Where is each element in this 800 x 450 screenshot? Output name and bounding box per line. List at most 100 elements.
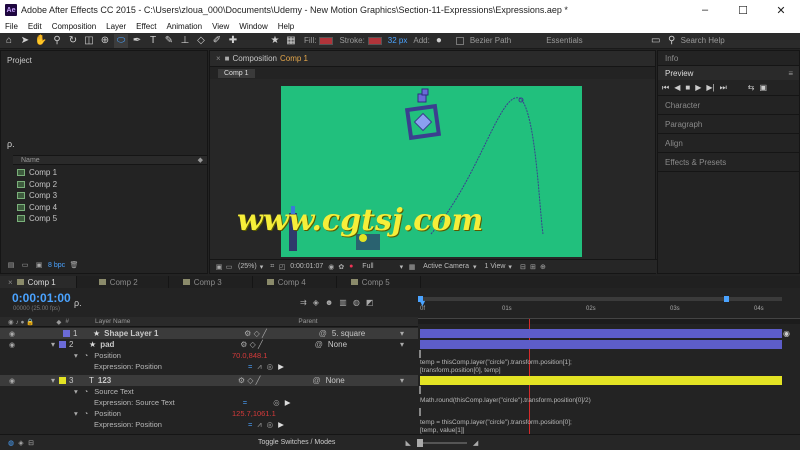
shape-switches-icon[interactable]: ⚙ ◇ ╱ (244, 329, 267, 338)
expand-arrow-icon[interactable]: ▾ (74, 351, 78, 360)
brush-tool-icon[interactable]: ✎ (162, 34, 176, 48)
bezier-checkbox[interactable] (455, 36, 464, 45)
clone-stamp-tool-icon[interactable]: ⊥ (178, 34, 192, 48)
parent-dropdown[interactable]: 5. square (332, 329, 365, 338)
menu-help[interactable]: Help (273, 22, 299, 31)
minimize-button[interactable]: – (686, 0, 724, 20)
info-panel[interactable]: Info (658, 51, 799, 66)
timeline-tab-comp-4[interactable]: Comp 4 (253, 276, 337, 288)
pan-behind-tool-icon[interactable]: ⊕ (98, 34, 112, 48)
views-dropdown[interactable]: 1 View (485, 263, 506, 270)
menu-composition[interactable]: Composition (47, 22, 101, 31)
name-column-header[interactable]: Name (21, 157, 40, 164)
pick-whip-icon[interactable]: ◎ (267, 420, 274, 429)
bpc-button[interactable]: 8 bpc (48, 262, 65, 269)
position-property-row[interactable]: ▾ ◔ Position 70.0,848.1 (0, 350, 418, 361)
layer-row-2[interactable]: ◉ ▾ 2 ★ pad ⚙ ◇ ╱ @ None ▾ (0, 339, 418, 350)
layer-switches-pane-icon[interactable]: ◍ (6, 438, 16, 448)
menu-layer[interactable]: Layer (101, 22, 131, 31)
selection-tool-icon[interactable]: ➤ (18, 34, 32, 48)
playhead-start-icon[interactable]: ▼ (418, 298, 427, 312)
timeline-toggle-icon[interactable]: ⊞ (528, 262, 538, 272)
position-property-row[interactable]: ▾ ◔ Position 125.7,1061.1 (0, 408, 418, 419)
search-help-input[interactable]: Search Help (681, 36, 725, 45)
effects-presets-panel[interactable]: Effects & Presets (658, 153, 799, 172)
region-of-interest-icon[interactable]: ▣ (214, 262, 224, 272)
parent-dropdown[interactable]: None (328, 340, 347, 349)
pick-whip-icon[interactable]: @ (319, 329, 327, 338)
menu-file[interactable]: File (0, 22, 23, 31)
ram-preview-icon[interactable]: ▣ (760, 83, 768, 92)
eraser-tool-icon[interactable]: ◇ (194, 34, 208, 48)
source-text-property-row[interactable]: ▾ ◔ Source Text (0, 386, 418, 397)
shy-icon[interactable]: ☻ (325, 298, 333, 307)
layer-bar-1[interactable] (420, 329, 782, 338)
mask-visibility-icon[interactable]: ◰ (277, 262, 287, 272)
timeline-current-time[interactable]: 0:00:01:00 (12, 291, 71, 305)
camera-tool-icon[interactable]: ◫ (82, 34, 96, 48)
label-color-swatch[interactable] (59, 341, 67, 348)
transparency-grid-icon[interactable]: ▦ (407, 262, 417, 272)
stop-icon[interactable]: ■ (685, 83, 690, 92)
grid-overlay-icon[interactable]: ⌗ (267, 262, 277, 272)
pick-whip-icon[interactable]: ◎ (267, 362, 274, 371)
close-button[interactable]: ✕ (762, 0, 800, 20)
current-time-display[interactable]: 0:00:01:07 (290, 263, 323, 270)
add-icon[interactable]: ● (432, 34, 446, 48)
stroke-swatch[interactable] (367, 36, 382, 45)
panel-menu-icon[interactable]: ≡ (788, 69, 793, 78)
expression-menu-icon[interactable]: ▶ (278, 362, 284, 371)
puppet-tool-icon[interactable]: ✚ (226, 34, 240, 48)
timeline-tab-comp-5[interactable]: Comp 5 (337, 276, 421, 288)
visibility-icon[interactable]: ◉ (7, 376, 17, 386)
timeline-tab-comp-1[interactable]: × Comp 1 (0, 276, 77, 288)
layer-bar-3[interactable] (420, 376, 782, 385)
flowchart-icon[interactable]: ⊕ (538, 262, 548, 272)
graph-editor-icon[interactable]: ◩ (366, 298, 374, 307)
last-frame-icon[interactable]: ⏭ (720, 83, 727, 93)
motion-blur-icon[interactable]: ◍ (353, 298, 360, 307)
comp-tab[interactable]: Comp 1 (218, 68, 255, 78)
maximize-button[interactable]: ☐ (724, 0, 762, 20)
previous-frame-icon[interactable]: ◀ (674, 83, 680, 92)
project-item[interactable]: Comp 5 (1, 213, 209, 225)
project-search[interactable]: ρ. (7, 139, 15, 149)
label-color-swatch[interactable] (59, 377, 67, 384)
layer-name[interactable]: Shape Layer 1 (104, 329, 244, 338)
home-icon[interactable]: ⌂ (2, 34, 16, 48)
pen-tool-icon[interactable]: ✒ (130, 34, 144, 48)
expression-text[interactable]: Math.round(thisComp.layer("circle").tran… (420, 397, 591, 404)
menu-view[interactable]: View (207, 22, 234, 31)
layer-name[interactable]: 123 (98, 376, 238, 385)
resolution-dropdown[interactable]: Full (362, 263, 373, 270)
zoom-in-icon[interactable]: ◢ (473, 439, 478, 447)
expression-menu-icon[interactable]: ▶ (285, 398, 291, 407)
fast-previews-icon[interactable]: ⊟ (518, 262, 528, 272)
snapshot-icon[interactable]: ◉ (326, 262, 336, 272)
position-value[interactable]: 125.7,1061.1 (232, 409, 276, 418)
show-snapshot-icon[interactable]: ✿ (336, 262, 346, 272)
expression-text[interactable]: temp = thisComp.layer("circle").transfor… (420, 419, 572, 426)
layer-name-header[interactable]: Layer Name (95, 318, 130, 325)
layer-row-1[interactable]: ◉ 1 ★ Shape Layer 1 ⚙ ◇ ╱ @ 5. square ▾ (0, 328, 418, 339)
frame-blending-icon[interactable]: ▥ (339, 298, 347, 307)
project-item[interactable]: Comp 3 (1, 190, 209, 202)
zoom-tool-icon[interactable]: ⚲ (50, 34, 64, 48)
close-tab-icon[interactable]: × (216, 54, 221, 63)
expression-enable-icon[interactable]: = (243, 398, 247, 407)
timeline-zoom-slider[interactable] (416, 438, 467, 447)
camera-dropdown[interactable]: Active Camera (423, 263, 469, 270)
new-folder-icon[interactable]: ▭ (20, 260, 30, 270)
expand-arrow-icon[interactable]: ▾ (74, 409, 78, 418)
timeline-tab-comp-2[interactable]: Comp 2 (77, 276, 169, 288)
expression-text[interactable]: temp = thisComp.layer("circle").transfor… (420, 359, 572, 366)
stopwatch-icon[interactable]: ◔ (84, 387, 89, 396)
fill-swatch[interactable] (319, 36, 334, 45)
workspace-label[interactable]: Essentials (546, 36, 582, 45)
interpret-footage-icon[interactable]: ▤ (6, 260, 16, 270)
channels-icon[interactable]: ● (346, 262, 356, 272)
project-item[interactable]: Comp 1 (1, 167, 209, 179)
visibility-icon[interactable]: ◉ (7, 340, 17, 350)
time-navigator[interactable] (418, 318, 800, 324)
play-icon[interactable]: ▶ (695, 83, 701, 92)
